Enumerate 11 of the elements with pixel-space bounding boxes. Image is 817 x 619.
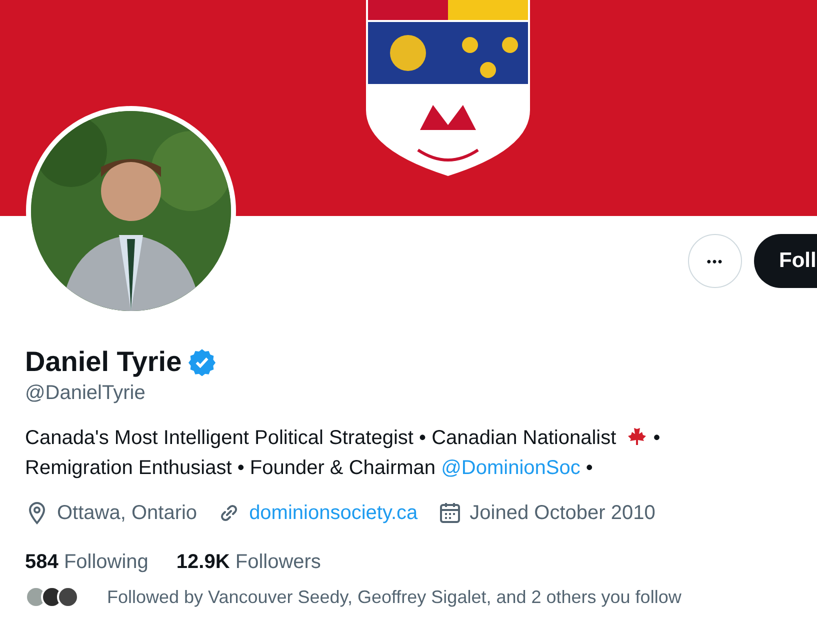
- joined-date: Joined October 2010: [470, 502, 656, 524]
- profile-handle: @DanielTyrie: [25, 382, 146, 405]
- profile-name: Daniel Tyrie: [25, 346, 182, 378]
- stat-link[interactable]: 584 Following: [25, 551, 148, 574]
- profile-bio: Canada's Most Intelligent Political Strategist • Canadian Nationalist • Remigration Enthusiast • Founder & Chairman @DominionSoc •: [25, 423, 760, 483]
- followed-by-text: Followed by Vancouver Seedy, Geoffrey Sigalet, and 2 others you follow: [107, 586, 682, 608]
- stat-link[interactable]: 12.9K Followers: [176, 551, 321, 574]
- more-button[interactable]: •••: [688, 234, 742, 288]
- follow-button[interactable]: Foll: [754, 234, 817, 288]
- calendar-icon: [438, 501, 462, 525]
- location-text: Ottawa, Ontario: [57, 502, 198, 524]
